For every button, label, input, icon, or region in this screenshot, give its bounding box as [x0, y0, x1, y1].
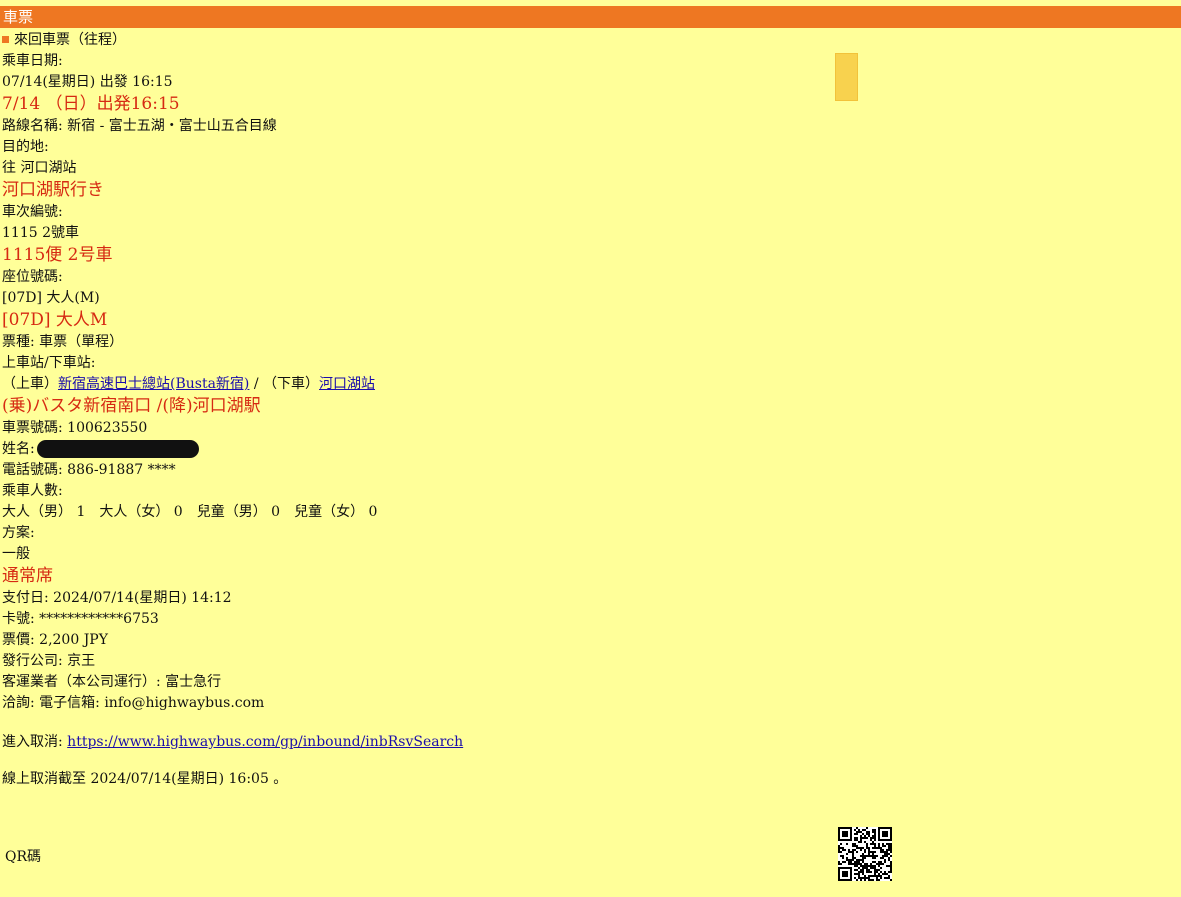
name-label: 姓名:	[2, 441, 40, 457]
passengers: 大人（男） 1 大人（女） 0 兒童（男） 0 兒童（女） 0	[2, 504, 378, 520]
ride-date-label: 乘車日期:	[2, 53, 63, 69]
stops-label: 上車站/下車站:	[2, 355, 96, 371]
qr-label: QR碼	[5, 849, 42, 865]
alight-station-link[interactable]: 河口湖站	[319, 376, 375, 392]
cancel-row: 進入取消: https://www.highwaybus.com/gp/inbo…	[2, 732, 1181, 753]
destination-jp: 河口湖駅行き	[2, 180, 104, 200]
stops-jp: (乗)バスタ新宿南口 /(降)河口湖駅	[2, 396, 261, 416]
contact: 洽詢: 電子信箱: info@highwaybus.com	[2, 695, 265, 711]
bullet-square-icon	[2, 36, 9, 43]
cancel-link[interactable]: https://www.highwaybus.com/gp/inbound/in…	[67, 734, 463, 750]
route: 路線名稱: 新宿 - 富士五湖・富士山五合目線	[2, 118, 277, 134]
trip-type-row: 來回車票（往程）	[2, 30, 1181, 51]
card-number: 卡號: ************6753	[2, 611, 159, 627]
cancel-deadline: 線上取消截至 2024/07/14(星期日) 16:05 。	[2, 771, 288, 787]
bus-no: 1115 2號車	[2, 225, 79, 241]
board-prefix: （上車）	[2, 376, 58, 392]
stops-separator: /	[249, 376, 264, 392]
operator: 客運業者（本公司運行）: 富士急行	[2, 674, 222, 690]
destination: 往 河口湖站	[2, 160, 77, 176]
plan-jp: 通常席	[2, 566, 53, 586]
seat-jp: [07D] 大人M	[2, 310, 108, 330]
seat-label: 座位號碼:	[2, 269, 63, 285]
name-row: 姓名:	[2, 439, 1181, 460]
board-station-link[interactable]: 新宿高速巴士總站(Busta新宿)	[58, 376, 249, 392]
redacted-name	[37, 440, 200, 458]
plan-label: 方案:	[2, 525, 35, 541]
ticket-details: 來回車票（往程） 乘車日期: 07/14(星期日) 出發 16:15 7/14 …	[2, 30, 1181, 790]
qr-code-image	[838, 827, 892, 881]
alight-prefix: （下車）	[263, 376, 320, 392]
ride-date-jp: 7/14 （日）出発16:15	[2, 94, 180, 114]
trip-type: 來回車票（往程）	[14, 32, 126, 48]
ticket-no: 車票號碼: 100623550	[2, 420, 148, 436]
page-title: 車票	[0, 6, 1181, 28]
qr-code	[838, 827, 892, 881]
passengers-label: 乘車人數:	[2, 483, 63, 499]
price: 票價: 2,200 JPY	[2, 632, 108, 648]
issuer: 發行公司: 京王	[2, 653, 96, 669]
plan: 一般	[2, 546, 30, 562]
stops-row: （上車）新宿高速巴士總站(Busta新宿) / （下車）河口湖站	[2, 374, 1181, 395]
ride-date: 07/14(星期日) 出發 16:15	[2, 74, 173, 90]
phone: 電話號碼: 886-91887 ****	[2, 462, 176, 478]
seat: [07D] 大人(M)	[2, 290, 100, 306]
ticket-type: 票種: 車票（單程）	[2, 334, 124, 350]
cancel-label: 進入取消:	[2, 734, 68, 750]
paid-date: 支付日: 2024/07/14(星期日) 14:12	[2, 590, 232, 606]
bus-no-jp: 1115便 2号車	[2, 245, 113, 265]
destination-label: 目的地:	[2, 139, 49, 155]
bus-no-label: 車次編號:	[2, 204, 63, 220]
